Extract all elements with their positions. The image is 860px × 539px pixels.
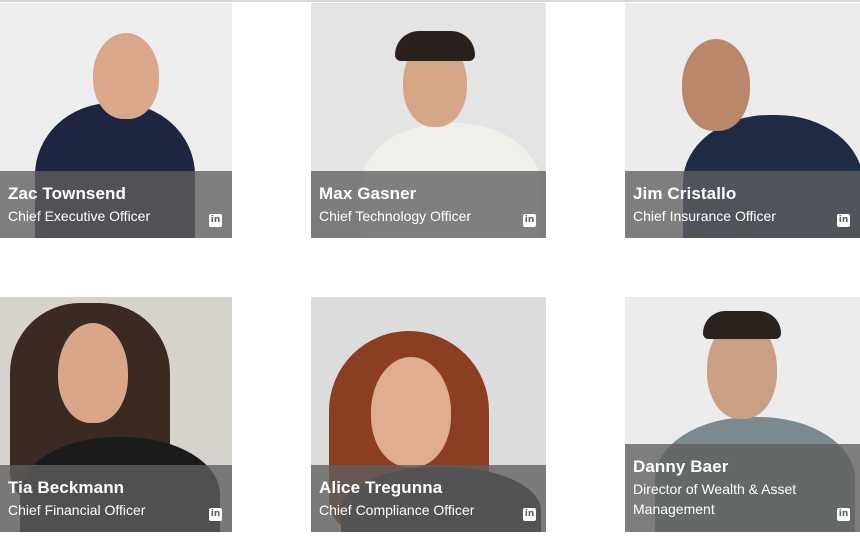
member-title: Chief Insurance Officer xyxy=(633,208,776,224)
member-name: Zac Townsend xyxy=(8,184,127,203)
team-card-alice-tregunna[interactable]: Alice Tregunna Chief Compliance Officer … xyxy=(311,297,546,532)
member-title: Chief Financial Officer xyxy=(8,502,146,518)
caption-overlay: Jim Cristallo Chief Insurance Officer in xyxy=(625,171,860,238)
linkedin-icon[interactable]: in xyxy=(523,508,536,521)
linkedin-icon[interactable]: in xyxy=(209,508,222,521)
member-name: Alice Tregunna xyxy=(319,478,443,497)
team-card-tia-beckmann[interactable]: Tia Beckmann Chief Financial Officer in xyxy=(0,297,232,532)
member-title: Chief Executive Officer xyxy=(8,208,151,224)
caption-overlay: Danny Baer Director of Wealth & Asset Ma… xyxy=(625,444,860,532)
linkedin-icon[interactable]: in xyxy=(837,508,850,521)
member-name: Tia Beckmann xyxy=(8,478,125,497)
caption-overlay: Zac Townsend Chief Executive Officer in xyxy=(0,171,232,238)
member-name: Max Gasner xyxy=(319,184,417,203)
team-card-jim-cristallo[interactable]: Jim Cristallo Chief Insurance Officer in xyxy=(625,3,860,238)
top-divider xyxy=(0,0,860,2)
member-title: Director of Wealth & Asset Management xyxy=(633,481,797,517)
member-title: Chief Technology Officer xyxy=(319,208,472,224)
team-card-zac-townsend[interactable]: Zac Townsend Chief Executive Officer in xyxy=(0,3,232,238)
member-name: Jim Cristallo xyxy=(633,184,737,203)
caption-overlay: Tia Beckmann Chief Financial Officer in xyxy=(0,465,232,532)
member-title: Chief Compliance Officer xyxy=(319,502,475,518)
team-card-max-gasner[interactable]: Max Gasner Chief Technology Officer in xyxy=(311,3,546,238)
linkedin-icon[interactable]: in xyxy=(837,214,850,227)
linkedin-icon[interactable]: in xyxy=(209,214,222,227)
team-card-danny-baer[interactable]: Danny Baer Director of Wealth & Asset Ma… xyxy=(625,297,860,532)
linkedin-icon[interactable]: in xyxy=(523,214,536,227)
caption-overlay: Alice Tregunna Chief Compliance Officer … xyxy=(311,465,546,532)
caption-overlay: Max Gasner Chief Technology Officer in xyxy=(311,171,546,238)
member-name: Danny Baer xyxy=(633,457,729,476)
